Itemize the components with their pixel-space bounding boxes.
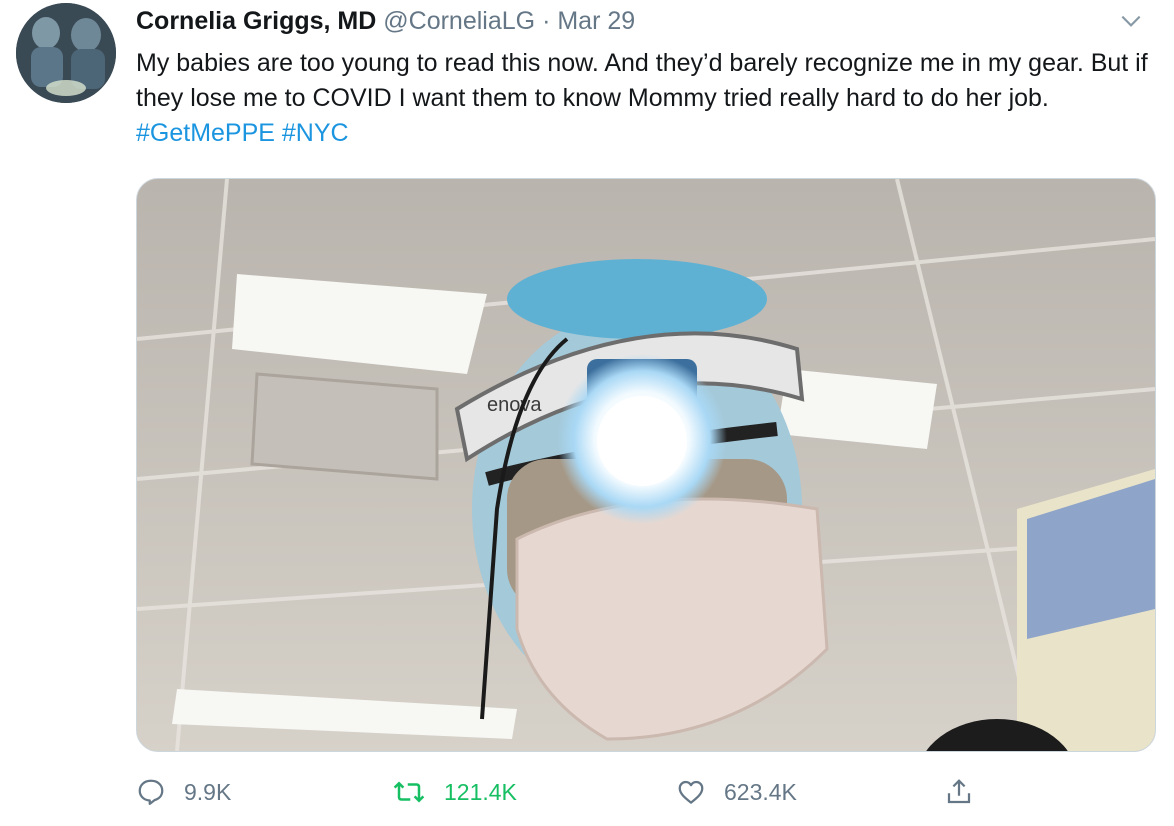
tweet-text-main: My babies are too young to read this now… bbox=[136, 49, 1148, 112]
separator-dot: · bbox=[542, 7, 551, 35]
chevron-down-icon[interactable] bbox=[1118, 8, 1144, 34]
tweet-header: Cornelia Griggs, MD @CorneliaLG · Mar 29 bbox=[136, 4, 1154, 40]
headlamp-logo-text: enova bbox=[487, 394, 542, 416]
share-button[interactable] bbox=[944, 770, 992, 814]
hashtag-getmeppe[interactable]: #GetMePPE bbox=[136, 119, 275, 147]
tweet-actions: 9.9K 121.4K 623.4K bbox=[136, 770, 1154, 814]
display-name[interactable]: Cornelia Griggs, MD bbox=[136, 7, 376, 35]
tweet-date[interactable]: Mar 29 bbox=[557, 7, 635, 35]
hashtag-nyc[interactable]: #NYC bbox=[282, 119, 349, 147]
retweet-count: 121.4K bbox=[444, 778, 517, 805]
tweet-photo[interactable]: enova bbox=[136, 178, 1156, 752]
tweet: Cornelia Griggs, MD @CorneliaLG · Mar 29… bbox=[0, 0, 1174, 826]
speech-bubble-icon bbox=[138, 779, 164, 805]
user-handle[interactable]: @CorneliaLG bbox=[383, 7, 535, 35]
tweet-text: My babies are too young to read this now… bbox=[136, 46, 1156, 151]
surgeon-photo: enova bbox=[137, 179, 1155, 751]
retweet-button[interactable]: 121.4K bbox=[392, 770, 517, 814]
retweet-arrows-icon bbox=[393, 781, 425, 803]
reply-count: 9.9K bbox=[184, 778, 232, 805]
like-button[interactable]: 623.4K bbox=[676, 770, 797, 814]
heart-icon bbox=[678, 780, 704, 804]
reply-button[interactable]: 9.9K bbox=[136, 770, 231, 814]
avatar[interactable] bbox=[16, 3, 116, 103]
share-upload-icon bbox=[947, 779, 971, 804]
like-count: 623.4K bbox=[724, 778, 797, 805]
